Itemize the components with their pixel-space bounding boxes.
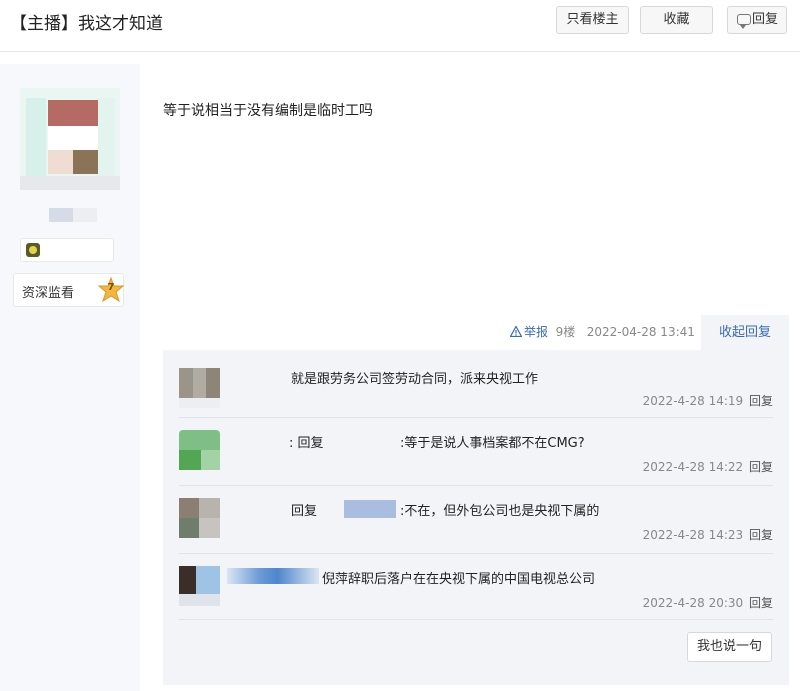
post-date: 2022-04-28 13:41	[586, 325, 695, 339]
avatar[interactable]	[20, 88, 120, 190]
reply-meta: 2022-4-28 14:23 回复	[643, 526, 773, 543]
reply-link[interactable]: 回复	[749, 596, 773, 610]
reply-button-label: 回复	[751, 12, 778, 27]
username-blurred[interactable]	[347, 432, 399, 448]
username-blurred[interactable]	[344, 500, 396, 518]
username-blurred[interactable]	[227, 568, 319, 584]
reply-avatar[interactable]	[179, 368, 220, 408]
level-badge-icon	[26, 243, 40, 257]
reply-avatar[interactable]	[179, 498, 220, 538]
reply-button[interactable]: 回复	[727, 6, 787, 34]
warning-icon	[510, 326, 522, 337]
rank-level: 7	[107, 282, 115, 293]
post-meta: 举报 9楼 2022-04-28 13:41	[510, 323, 695, 343]
comment-icon	[737, 14, 751, 29]
page-title: 【主播】我这才知道	[10, 14, 163, 34]
reply-time: 2022-4-28 14:22	[642, 460, 744, 474]
reply-text: 就是跟劳务公司签劳动合同，派来央视工作	[291, 372, 539, 387]
reply-item: : 回复 :等于是说人事档案都不在CMG? 2022-4-28 14:22 回复	[179, 418, 773, 486]
say-something-button[interactable]: 我也说一句	[687, 632, 772, 662]
post-content: 等于说相当于没有编制是临时工吗	[163, 103, 373, 119]
replies-panel: 就是跟劳务公司签劳动合同，派来央视工作 2022-4-28 14:19 回复 :…	[163, 350, 789, 685]
reply-meta: 2022-4-28 14:19 回复	[643, 392, 773, 409]
report-link[interactable]: 举报	[524, 325, 548, 339]
reply-text: 倪萍辞职后落户在在央视下属的中国电视总公司	[322, 572, 596, 587]
reply-prefix: : 回复	[289, 436, 324, 451]
username-blurred[interactable]	[49, 208, 97, 222]
reply-item: 回复 :不在，但外包公司也是央视下属的 2022-4-28 14:23 回复	[179, 486, 773, 554]
reply-avatar[interactable]	[179, 566, 220, 606]
favorite-button[interactable]: 收藏	[640, 6, 713, 34]
reply-meta: 2022-4-28 20:30 回复	[643, 594, 773, 611]
floor-number: 9楼	[555, 325, 576, 339]
collapse-replies-button[interactable]: 收起回复	[701, 315, 789, 350]
top-bar: 【主播】我这才知道 只看楼主 收藏 回复	[0, 0, 800, 52]
rank-label: 资深监看	[22, 286, 75, 301]
reply-item: 就是跟劳务公司签劳动合同，派来央视工作 2022-4-28 14:19 回复	[179, 362, 773, 418]
reply-prefix: 回复	[291, 504, 318, 519]
reply-time: 2022-4-28 20:30	[642, 596, 744, 610]
reply-item: 倪萍辞职后落户在在央视下属的中国电视总公司 2022-4-28 20:30 回复	[179, 554, 773, 620]
rank-card: 资深监看 7	[13, 273, 124, 307]
reply-link[interactable]: 回复	[749, 460, 773, 474]
reply-avatar[interactable]	[179, 430, 220, 470]
reply-meta: 2022-4-28 14:22 回复	[643, 458, 773, 475]
reply-text: :等于是说人事档案都不在CMG?	[400, 436, 585, 451]
only-owner-button[interactable]: 只看楼主	[556, 6, 629, 34]
reply-link[interactable]: 回复	[749, 394, 773, 408]
reply-link[interactable]: 回复	[749, 528, 773, 542]
reply-text: :不在，但外包公司也是央视下属的	[400, 504, 600, 519]
level-card	[20, 238, 114, 262]
reply-time: 2022-4-28 14:23	[642, 528, 744, 542]
reply-time: 2022-4-28 14:19	[642, 394, 744, 408]
